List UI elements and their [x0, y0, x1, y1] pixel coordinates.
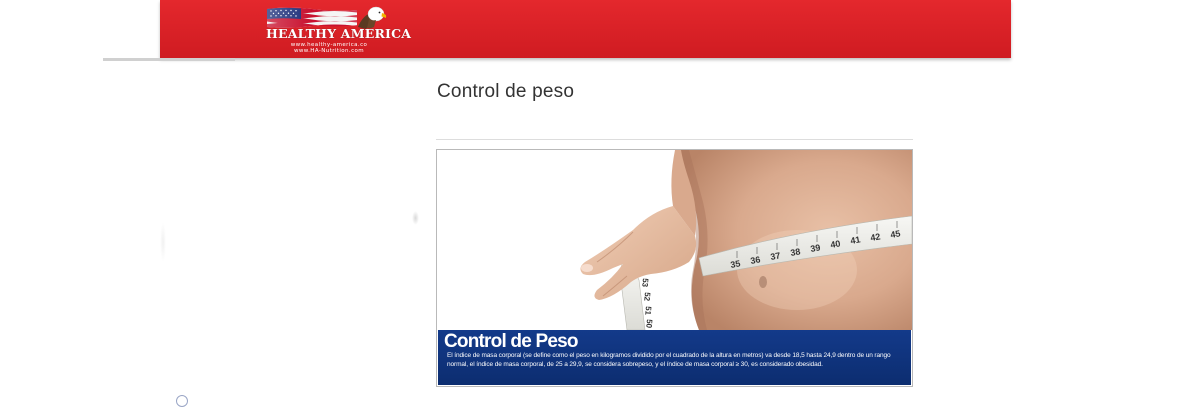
banner-caption-panel: Control de Peso El índice de masa corpor… — [438, 330, 911, 385]
tape-number: 50 — [644, 319, 654, 329]
tape-number: 45 — [890, 228, 902, 240]
tape-number: 35 — [730, 258, 742, 270]
site-header: HEALTHY AMERICA www.healthy-america.co w… — [160, 0, 1011, 58]
tape-number: 41 — [850, 234, 862, 246]
tape-number: 39 — [810, 242, 822, 254]
site-logo[interactable]: HEALTHY AMERICA www.healthy-america.co w… — [266, 5, 412, 55]
decorative-mark — [160, 222, 166, 262]
tape-number: 36 — [750, 254, 762, 266]
tape-number: 42 — [870, 231, 882, 243]
decorative-mark — [412, 211, 419, 225]
tape-number: 38 — [790, 246, 802, 258]
tape-number: 37 — [770, 250, 782, 262]
tape-number: 51 — [643, 306, 653, 316]
tape-number: 53 — [640, 278, 650, 288]
logo-shadow-divider — [103, 58, 235, 61]
weight-control-banner: 35 36 37 38 39 40 41 42 45 53 52 51 50 C… — [436, 149, 913, 387]
tape-number: 52 — [642, 292, 652, 302]
logo-name: HEALTHY AMERICA — [266, 26, 412, 41]
measuring-tape-waist-photo: 35 36 37 38 39 40 41 42 45 53 52 51 50 — [437, 150, 912, 330]
banner-heading: Control de Peso — [444, 331, 578, 352]
circle-icon — [176, 395, 188, 407]
page-title: Control de peso — [437, 81, 575, 102]
title-divider — [436, 139, 913, 140]
tape-number: 40 — [830, 238, 842, 250]
banner-description: El índice de masa corporal (se define co… — [447, 352, 891, 368]
logo-url-secondary: www.HA-Nutrition.com — [293, 48, 365, 54]
